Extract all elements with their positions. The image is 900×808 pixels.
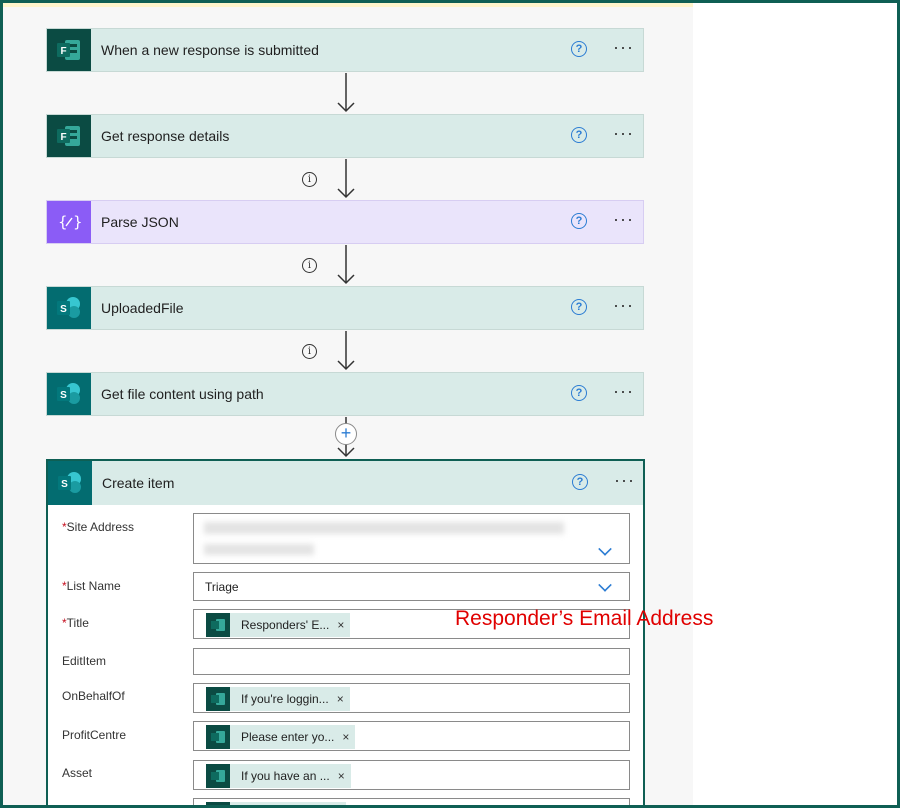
forms-icon — [206, 725, 230, 749]
edit-item-label: EditItem — [62, 654, 107, 668]
sharepoint-icon: S — [47, 373, 91, 415]
remove-token-icon[interactable]: × — [337, 618, 350, 632]
token-label: Please enter yo... — [241, 730, 335, 744]
insert-step-button[interactable]: + — [335, 423, 357, 445]
site-address-field[interactable] — [193, 513, 630, 564]
info-icon[interactable]: i — [302, 258, 317, 273]
dynamic-content-token[interactable]: If you're loggin... × — [206, 687, 350, 711]
svg-text:F: F — [60, 46, 66, 57]
connector-arrow — [337, 331, 355, 371]
asset-label: Asset — [62, 766, 93, 780]
profit-centre-label: ProfitCentre — [62, 728, 127, 742]
connector-arrow — [337, 73, 355, 113]
svg-text:F: F — [60, 132, 66, 143]
help-icon[interactable]: ? — [571, 213, 587, 229]
help-icon[interactable]: ? — [571, 127, 587, 143]
step-card-get-response-details[interactable]: F Get response details ? ··· — [46, 114, 644, 158]
step-title: UploadedFile — [101, 300, 184, 316]
create-item-title: Create item — [102, 475, 175, 491]
svg-text:{: { — [58, 213, 68, 231]
site-address-label: *Site Address — [62, 520, 135, 534]
more-options-icon[interactable]: ··· — [613, 295, 634, 316]
more-options-icon[interactable]: ··· — [614, 470, 635, 491]
step-card-trigger[interactable]: F When a new response is submitted ? ··· — [46, 28, 644, 72]
info-icon[interactable]: i — [302, 172, 317, 187]
sharepoint-icon: S — [47, 287, 91, 329]
forms-icon — [206, 764, 230, 788]
edit-item-field[interactable] — [193, 648, 630, 675]
asset-field[interactable]: If you have an ... × — [193, 760, 630, 790]
json-icon: {} — [47, 201, 91, 243]
dynamic-content-token[interactable] — [206, 802, 346, 805]
forms-icon: F — [47, 29, 91, 71]
svg-text:S: S — [60, 390, 67, 401]
chevron-down-icon[interactable] — [598, 542, 612, 556]
site-address-redacted — [204, 544, 314, 555]
forms-icon — [206, 802, 230, 805]
list-name-label: *List Name — [62, 579, 121, 593]
flow-designer-canvas: F When a new response is submitted ? ···… — [3, 3, 693, 805]
more-options-icon[interactable]: ··· — [613, 123, 634, 144]
step-title: Get response details — [101, 128, 230, 144]
help-icon[interactable]: ? — [572, 474, 588, 490]
help-icon[interactable]: ? — [571, 385, 587, 401]
dynamic-content-token[interactable]: Please enter yo... × — [206, 725, 356, 749]
more-options-icon[interactable]: ··· — [613, 381, 634, 402]
profit-centre-field[interactable]: Please enter yo... × — [193, 721, 630, 751]
chevron-down-icon[interactable] — [598, 578, 612, 592]
remove-token-icon[interactable]: × — [342, 730, 355, 744]
info-icon[interactable]: i — [302, 344, 317, 359]
dynamic-content-token[interactable]: If you have an ... × — [206, 764, 351, 788]
next-field-partial[interactable] — [193, 798, 630, 805]
step-card-get-file-content[interactable]: S Get file content using path ? ··· — [46, 372, 644, 416]
help-icon[interactable]: ? — [571, 41, 587, 57]
more-options-icon[interactable]: ··· — [613, 37, 634, 58]
connector-arrow — [337, 159, 355, 199]
token-label: If you're loggin... — [241, 692, 329, 706]
on-behalf-of-label: OnBehalfOf — [62, 689, 125, 703]
step-title: Parse JSON — [101, 214, 179, 230]
step-title: When a new response is submitted — [101, 42, 319, 58]
on-behalf-of-field[interactable]: If you're loggin... × — [193, 683, 630, 713]
site-address-redacted — [204, 522, 564, 534]
step-card-parse-json[interactable]: {} Parse JSON ? ··· — [46, 200, 644, 244]
canvas-top-strip — [3, 3, 693, 7]
screenshot-frame: F When a new response is submitted ? ···… — [0, 0, 900, 808]
forms-icon: F — [47, 115, 91, 157]
svg-text:}: } — [73, 213, 81, 231]
annotation-callout: Responder’s Email Address — [455, 607, 714, 630]
help-icon[interactable]: ? — [571, 299, 587, 315]
remove-token-icon[interactable]: × — [338, 769, 351, 783]
connector-arrow — [337, 245, 355, 285]
list-name-select[interactable]: Triage — [193, 572, 630, 601]
remove-token-icon[interactable]: × — [337, 692, 350, 706]
step-title: Get file content using path — [101, 386, 264, 402]
svg-text:S: S — [60, 304, 67, 315]
title-label: *Title — [62, 616, 89, 630]
sharepoint-icon: S — [48, 461, 92, 505]
create-item-header[interactable]: S Create item ? ··· — [48, 461, 643, 505]
list-name-value: Triage — [205, 580, 239, 594]
create-item-card: S Create item ? ··· *Site Address *List … — [46, 459, 645, 805]
token-label: If you have an ... — [241, 769, 330, 783]
token-label: Responders' E... — [241, 618, 330, 632]
more-options-icon[interactable]: ··· — [613, 209, 634, 230]
forms-icon — [206, 687, 230, 711]
step-card-uploaded-file[interactable]: S UploadedFile ? ··· — [46, 286, 644, 330]
forms-icon — [206, 613, 230, 637]
dynamic-content-token[interactable]: Responders' E... × — [206, 613, 351, 637]
svg-text:S: S — [61, 479, 68, 490]
